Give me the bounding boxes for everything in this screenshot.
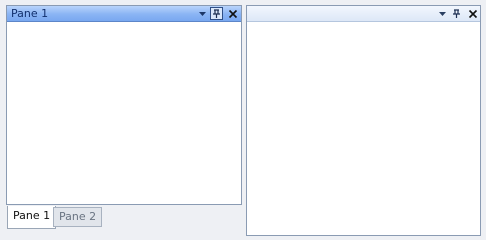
close-icon[interactable]	[466, 7, 479, 20]
tab-pane-1[interactable]: Pane 1	[7, 206, 57, 229]
right-pane-header[interactable]	[247, 6, 480, 22]
tab-pane-2[interactable]: Pane 2	[53, 207, 103, 227]
right-dock-pane	[246, 5, 481, 236]
left-dock-pane: Pane 1	[6, 5, 242, 205]
pane-menu-dropdown-icon[interactable]	[436, 7, 449, 20]
left-pane-header[interactable]: Pane 1	[7, 6, 241, 22]
pin-icon[interactable]	[210, 7, 223, 20]
close-icon[interactable]	[226, 7, 239, 20]
pane-menu-dropdown-icon[interactable]	[196, 7, 209, 20]
left-pane-title: Pane 1	[11, 7, 49, 20]
document-tab-strip: Pane 1 Pane 2	[6, 206, 242, 229]
pin-icon[interactable]	[450, 7, 463, 20]
